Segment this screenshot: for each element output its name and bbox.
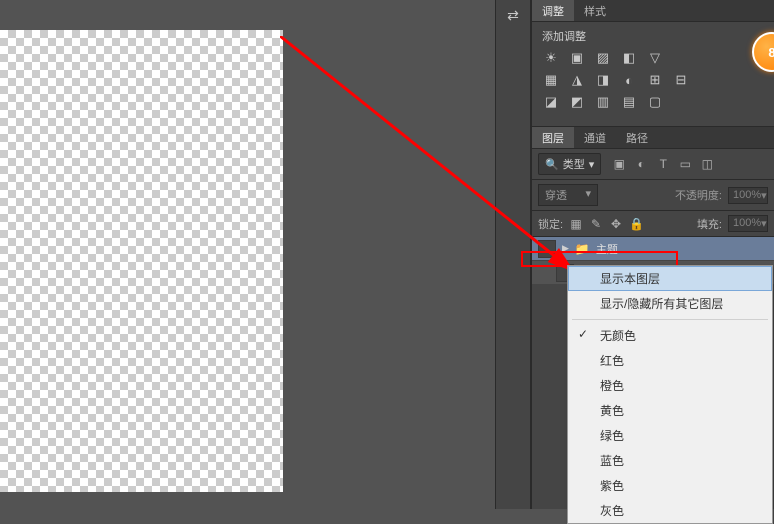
gradmap-icon[interactable]: ▤	[620, 94, 638, 110]
tab-paths[interactable]: 路径	[616, 127, 658, 148]
selective-icon[interactable]: ▢	[646, 94, 664, 110]
posterize-icon[interactable]: ◩	[568, 94, 586, 110]
ctx-separator	[572, 319, 768, 320]
filter-smart-icon[interactable]: ◫	[699, 157, 715, 171]
adjustments-panel: 添加调整 ☀ ▣ ▨ ◧ ▽ ▦ ◮ ◨ ◐ ⊞ ⊟ ◪ ◩ ▥ ▤ ▢	[532, 22, 774, 127]
layers-tabs: 图层 通道 路径	[532, 127, 774, 149]
lock-image-icon[interactable]: ✎	[589, 217, 603, 231]
filter-shape-icon[interactable]: ▭	[677, 157, 693, 171]
lock-label: 锁定:	[538, 216, 563, 232]
fill-label: 填充:	[649, 216, 722, 232]
tab-channels[interactable]: 通道	[574, 127, 616, 148]
tab-layers[interactable]: 图层	[532, 127, 574, 148]
blend-mode-select[interactable]: 穿透▾	[538, 184, 598, 206]
nabla-icon[interactable]: ▽	[646, 50, 664, 66]
filter-type-icon[interactable]: T	[655, 157, 671, 171]
ctx-color-none[interactable]: ✓ 无颜色	[568, 323, 772, 348]
adjustments-tabs: 调整 样式	[532, 0, 774, 22]
group-name: 主题	[596, 241, 618, 257]
fill-value[interactable]: 100%▾	[728, 215, 768, 232]
lock-position-icon[interactable]: ✥	[609, 217, 623, 231]
kind-filter-select[interactable]: 🔍 类型 ▾	[538, 153, 601, 175]
visibility-toggle[interactable]	[538, 240, 556, 258]
layers-blend-row: 穿透▾ 不透明度: 100%▾	[532, 180, 774, 211]
balance-icon[interactable]: ◨	[594, 72, 612, 88]
check-icon: ✓	[578, 327, 588, 341]
context-menu: 显示本图层 显示/隐藏所有其它图层 ✓ 无颜色 红色 橙色 黄色 绿色 蓝色 紫…	[567, 265, 773, 524]
tab-adjustments[interactable]: 调整	[532, 0, 574, 21]
opacity-value[interactable]: 100%▾	[728, 187, 768, 204]
ctx-color-blue[interactable]: 蓝色	[568, 448, 772, 473]
photofilter-icon[interactable]: ⊞	[646, 72, 664, 88]
filter-pixel-icon[interactable]: ▣	[611, 157, 627, 171]
bw-icon[interactable]: ◐	[620, 72, 638, 88]
tab-styles[interactable]: 样式	[574, 0, 616, 21]
brightness-icon[interactable]: ☀	[542, 50, 560, 66]
add-adjustment-label: 添加调整	[542, 28, 764, 44]
settings-icon[interactable]: ⇄	[501, 6, 525, 24]
dropdown-icon: ▾	[589, 158, 595, 171]
ctx-color-yellow[interactable]: 黄色	[568, 398, 772, 423]
exposure-icon[interactable]: ◧	[620, 50, 638, 66]
lock-all-icon[interactable]: 🔒	[629, 217, 643, 231]
vibrance-icon[interactable]: ▦	[542, 72, 560, 88]
hue-icon[interactable]: ◮	[568, 72, 586, 88]
invert-icon[interactable]: ◪	[542, 94, 560, 110]
kind-label: 类型	[563, 156, 585, 172]
ctx-show-this-layer[interactable]: 显示本图层	[568, 266, 772, 291]
ctx-color-gray[interactable]: 灰色	[568, 498, 772, 523]
opacity-label: 不透明度:	[604, 187, 722, 203]
mixer-icon[interactable]: ⊟	[672, 72, 690, 88]
lock-transparent-icon[interactable]: ▦	[569, 217, 583, 231]
search-icon: 🔍	[545, 158, 559, 171]
canvas-checkerboard[interactable]	[0, 30, 283, 492]
dock-strip: ⇄	[495, 0, 531, 509]
ctx-color-orange[interactable]: 橙色	[568, 373, 772, 398]
ctx-color-purple[interactable]: 紫色	[568, 473, 772, 498]
ctx-toggle-others[interactable]: 显示/隐藏所有其它图层	[568, 291, 772, 316]
layer-group-row[interactable]: ▶ 📁 主题	[532, 237, 774, 261]
curves-icon[interactable]: ▨	[594, 50, 612, 66]
filter-adjust-icon[interactable]: ◐	[633, 157, 649, 171]
layers-lock-row: 锁定: ▦ ✎ ✥ 🔒 填充: 100%▾	[532, 211, 774, 237]
levels-icon[interactable]: ▣	[568, 50, 586, 66]
layers-filter-row: 🔍 类型 ▾ ▣ ◐ T ▭ ◫	[532, 149, 774, 180]
folder-icon: 📁	[575, 242, 590, 256]
ctx-color-red[interactable]: 红色	[568, 348, 772, 373]
threshold-icon[interactable]: ▥	[594, 94, 612, 110]
disclosure-triangle-icon[interactable]: ▶	[562, 243, 569, 254]
ctx-color-green[interactable]: 绿色	[568, 423, 772, 448]
